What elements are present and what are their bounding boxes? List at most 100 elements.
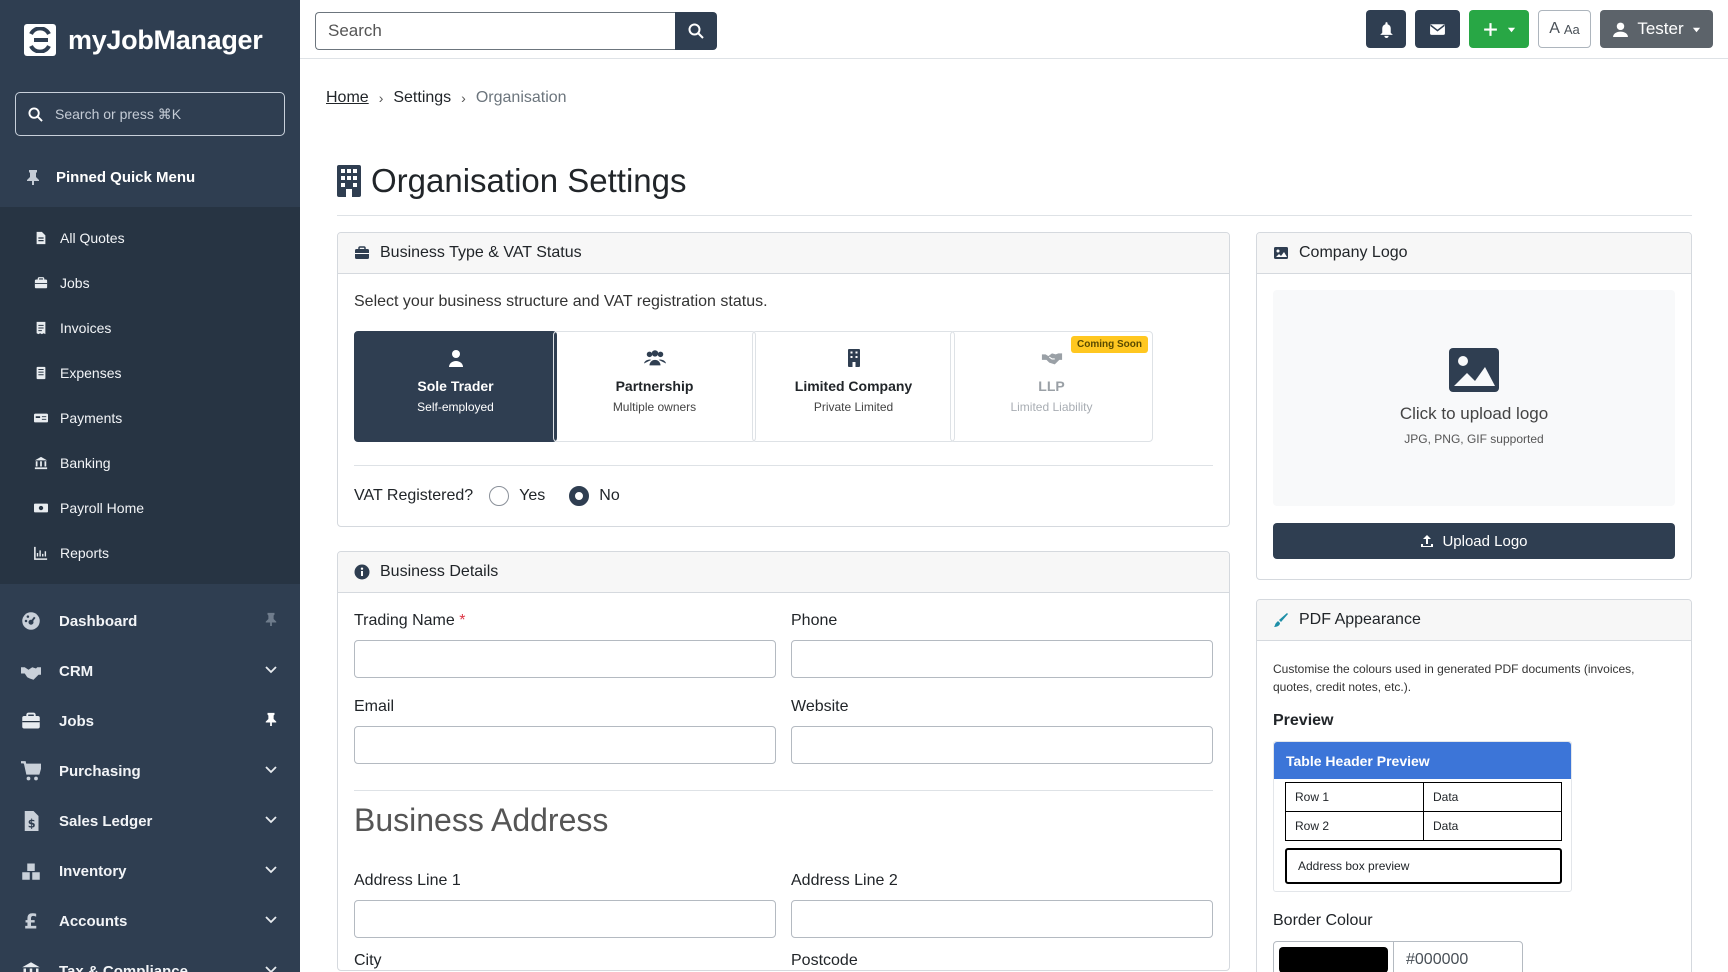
money-icon [34, 503, 48, 512]
sidebar-item-label: Dashboard [59, 612, 138, 630]
quick-add-button[interactable] [1469, 10, 1529, 48]
company-logo-title: Company Logo [1299, 244, 1408, 261]
sidebar-item-action[interactable] [264, 612, 278, 630]
chevron-down-icon [265, 816, 277, 824]
pinned-item-reports[interactable]: Reports [0, 530, 300, 575]
email-input[interactable] [354, 726, 776, 764]
dashboard-icon [20, 610, 42, 632]
sidebar-item-action[interactable] [264, 712, 278, 730]
briefcase-icon [355, 246, 369, 259]
upload-icon [1421, 535, 1434, 547]
bank-icon [20, 960, 42, 972]
address-line-2-input[interactable] [791, 900, 1213, 938]
logo-drop-zone[interactable]: Click to upload logo JPG, PNG, GIF suppo… [1273, 290, 1675, 506]
brand[interactable]: myJobManager [0, 0, 300, 80]
sidebar-item-action[interactable] [264, 812, 278, 830]
trading-name-input[interactable] [354, 640, 776, 678]
address-line-1-label: Address Line 1 [354, 872, 461, 889]
pinned-item-label: Banking [60, 454, 111, 471]
pinned-item-all-quotes[interactable]: All Quotes [0, 215, 300, 260]
top-search-button[interactable] [675, 12, 717, 50]
pinned-item-expenses[interactable]: Expenses [0, 350, 300, 395]
pinned-quick-menu-header[interactable]: Pinned Quick Menu [0, 147, 300, 207]
sidebar-item-action[interactable] [264, 862, 278, 880]
user-menu-button[interactable]: Tester [1600, 10, 1713, 48]
cart-icon [20, 760, 42, 782]
pinned-item-label: Payroll Home [60, 499, 145, 516]
logo-drop-subtitle: JPG, PNG, GIF supported [1404, 432, 1544, 446]
postcode-label: Postcode [791, 952, 858, 969]
pdf-preview: Table Header Preview Row 1 Data Row 2 Da… [1273, 741, 1572, 892]
divider [354, 790, 1213, 791]
website-input[interactable] [791, 726, 1213, 764]
top-search [315, 12, 717, 50]
required-asterisk: * [459, 612, 466, 629]
sidebar-item-action[interactable] [264, 962, 278, 972]
sidebar-item-sales-ledger[interactable]: $ Sales Ledger [0, 796, 300, 846]
font-size-button[interactable]: A Aa [1538, 10, 1591, 48]
sidebar-search[interactable]: Search or press ⌘K [15, 92, 285, 136]
border-colour-hex-input[interactable]: #000000 [1394, 942, 1522, 972]
sidebar: myJobManager Search or press ⌘K Pinned Q… [0, 0, 300, 972]
business-type-option-subtitle: Limited Liability [1010, 400, 1093, 414]
logo-drop-title: Click to upload logo [1399, 404, 1549, 423]
sidebar-item-tax-compliance[interactable]: Tax & Compliance [0, 946, 300, 972]
building-icon [337, 165, 361, 197]
vat-yes-label[interactable]: Yes [519, 487, 545, 505]
business-type-limited-company[interactable]: Limited Company Private Limited [752, 331, 955, 442]
pinned-item-label: Payments [60, 409, 123, 426]
business-details-card: Business Details Trading Name * Phone Em… [337, 551, 1230, 971]
pdf-appearance-header: PDF Appearance [1257, 600, 1691, 641]
breadcrumb-home[interactable]: Home [326, 89, 369, 107]
business-type-description: Select your business structure and VAT r… [354, 293, 768, 310]
sidebar-item-action[interactable] [264, 662, 278, 680]
top-search-input[interactable] [315, 12, 675, 50]
table-row: Row 1 Data [1285, 782, 1562, 812]
pinned-item-invoices[interactable]: Invoices [0, 305, 300, 350]
table-cell: Data [1423, 811, 1562, 841]
vat-no-radio[interactable] [569, 486, 590, 506]
vat-yes-radio[interactable] [489, 486, 510, 506]
sidebar-item-accounts[interactable]: £ Accounts [0, 896, 300, 946]
breadcrumb-settings[interactable]: Settings [393, 89, 451, 107]
sidebar-item-jobs[interactable]: Jobs [0, 696, 300, 746]
border-colour-swatch[interactable] [1274, 942, 1394, 972]
sidebar-item-purchasing[interactable]: Purchasing [0, 746, 300, 796]
address-line-2-label: Address Line 2 [791, 872, 898, 889]
title-divider [337, 215, 1692, 216]
address-line-1-input[interactable] [354, 900, 776, 938]
chevron-down-icon [265, 766, 277, 774]
business-type-partnership[interactable]: Partnership Multiple owners [553, 331, 756, 442]
pin-icon [265, 612, 277, 626]
user-icon [1613, 22, 1629, 37]
notifications-button[interactable] [1366, 10, 1406, 48]
upload-logo-button[interactable]: Upload Logo [1273, 523, 1675, 559]
business-type-sole-trader[interactable]: Sole Trader Self-employed [354, 331, 557, 442]
pinned-item-banking[interactable]: Banking [0, 440, 300, 485]
business-details-header: Business Details [338, 552, 1229, 593]
phone-input[interactable] [791, 640, 1213, 678]
pin-icon [265, 712, 277, 726]
pinned-item-payments[interactable]: Payments [0, 395, 300, 440]
pinned-item-jobs[interactable]: Jobs [0, 260, 300, 305]
business-address-title: Business Address [354, 802, 609, 838]
vat-no-label[interactable]: No [599, 487, 619, 505]
file-icon [36, 231, 46, 244]
upload-logo-label: Upload Logo [1442, 532, 1528, 550]
pinned-item-payroll-home[interactable]: Payroll Home [0, 485, 300, 530]
invoice-icon [36, 321, 46, 334]
chevron-down-icon [265, 866, 277, 874]
breadcrumb-current: Organisation [475, 89, 567, 106]
table-cell: Data [1423, 782, 1562, 812]
pin-icon [27, 170, 39, 185]
sidebar-item-action[interactable] [264, 912, 278, 930]
sidebar-item-action[interactable] [264, 762, 278, 780]
messages-button[interactable] [1415, 10, 1460, 48]
sidebar-item-label: Accounts [59, 912, 128, 930]
company-logo-header: Company Logo [1257, 233, 1691, 274]
sidebar-search-placeholder: Search or press ⌘K [55, 105, 182, 122]
sidebar-item-inventory[interactable]: Inventory [0, 846, 300, 896]
sidebar-item-dashboard[interactable]: Dashboard [0, 596, 300, 646]
border-colour-label: Border Colour [1273, 912, 1373, 929]
sidebar-item-crm[interactable]: CRM [0, 646, 300, 696]
